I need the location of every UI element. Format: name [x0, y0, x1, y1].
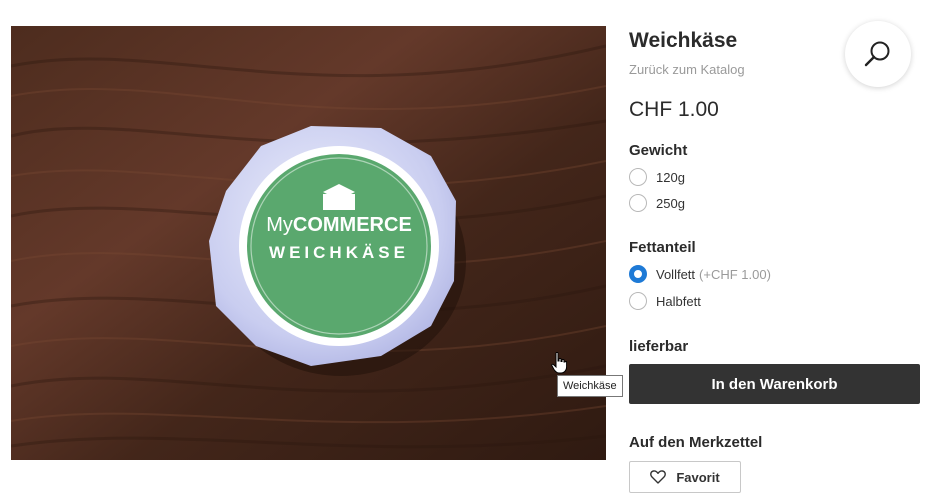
radio-button[interactable] [629, 168, 647, 186]
heart-icon [650, 470, 667, 484]
weight-option-label: Gewicht [629, 142, 688, 159]
wishlist-label: Auf den Merkzettel [629, 434, 763, 451]
favorite-button[interactable]: Favorit [629, 461, 741, 493]
product-price: CHF 1.00 [629, 98, 719, 121]
favorite-button-label: Favorit [676, 469, 720, 485]
add-to-cart-button[interactable]: In den Warenkorb [629, 364, 920, 404]
fat-option-vollfett[interactable]: Vollfett (+CHF 1.00) [629, 265, 771, 283]
product-title: Weichkäse [629, 29, 738, 52]
image-brand-text: MyCOMMERCE [266, 214, 412, 236]
radio-label: 250g [656, 195, 685, 211]
radio-button[interactable] [629, 194, 647, 212]
fat-option-label: Fettanteil [629, 239, 696, 256]
product-image: MyCOMMERCE WEICHKÄSE [11, 26, 606, 460]
availability-status: lieferbar [629, 338, 689, 355]
radio-button-selected[interactable] [629, 265, 647, 283]
search-icon [864, 41, 890, 67]
search-button[interactable] [845, 21, 911, 87]
image-label-text: WEICHKÄSE [269, 243, 409, 262]
fat-option-halbfett[interactable]: Halbfett [629, 292, 701, 310]
weight-option-250g[interactable]: 250g [629, 194, 685, 212]
surcharge-text: (+CHF 1.00) [699, 266, 771, 282]
weight-option-120g[interactable]: 120g [629, 168, 685, 186]
image-tooltip: Weichkäse [557, 375, 623, 397]
back-to-catalog-link[interactable]: Zurück zum Katalog [629, 62, 745, 77]
hand-pointer-icon [551, 352, 567, 374]
radio-label: 120g [656, 169, 685, 185]
radio-label: Halbfett [656, 293, 701, 309]
radio-button[interactable] [629, 292, 647, 310]
radio-label: Vollfett [656, 266, 696, 282]
